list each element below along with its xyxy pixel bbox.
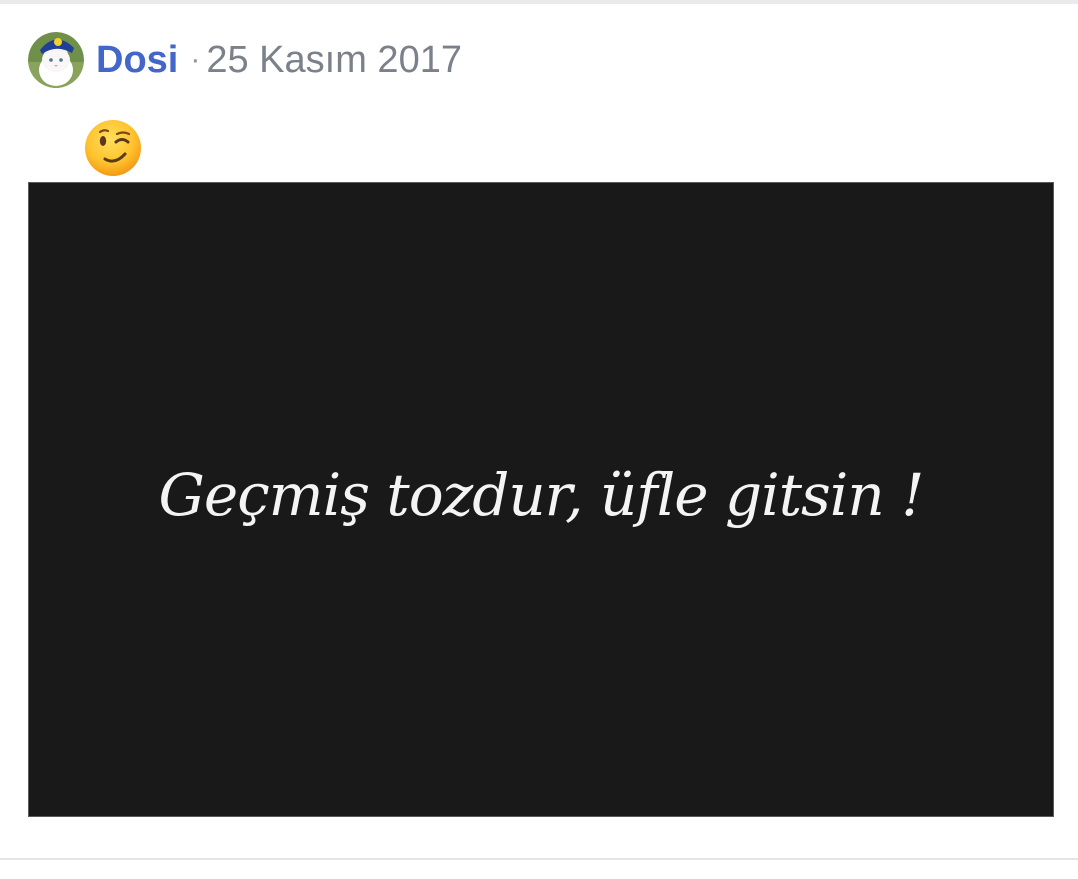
post-card: Dosi · 25 Kasım 2017 Geçmiş tozdur, üfle… <box>0 0 1078 879</box>
post-header: Dosi · 25 Kasım 2017 <box>28 30 462 90</box>
post-date[interactable]: 25 Kasım 2017 <box>206 41 462 79</box>
wink-emoji-icon <box>85 120 141 176</box>
cat-avatar-icon <box>28 32 84 88</box>
author-name[interactable]: Dosi <box>96 41 178 79</box>
avatar[interactable] <box>28 32 84 88</box>
top-divider <box>0 0 1078 4</box>
image-caption: Geçmiş tozdur, üfle gitsin ! <box>158 460 925 529</box>
meta-separator: · <box>190 43 201 76</box>
post-message <box>83 118 143 178</box>
post-image[interactable]: Geçmiş tozdur, üfle gitsin ! <box>28 182 1054 817</box>
bottom-divider <box>0 858 1078 860</box>
